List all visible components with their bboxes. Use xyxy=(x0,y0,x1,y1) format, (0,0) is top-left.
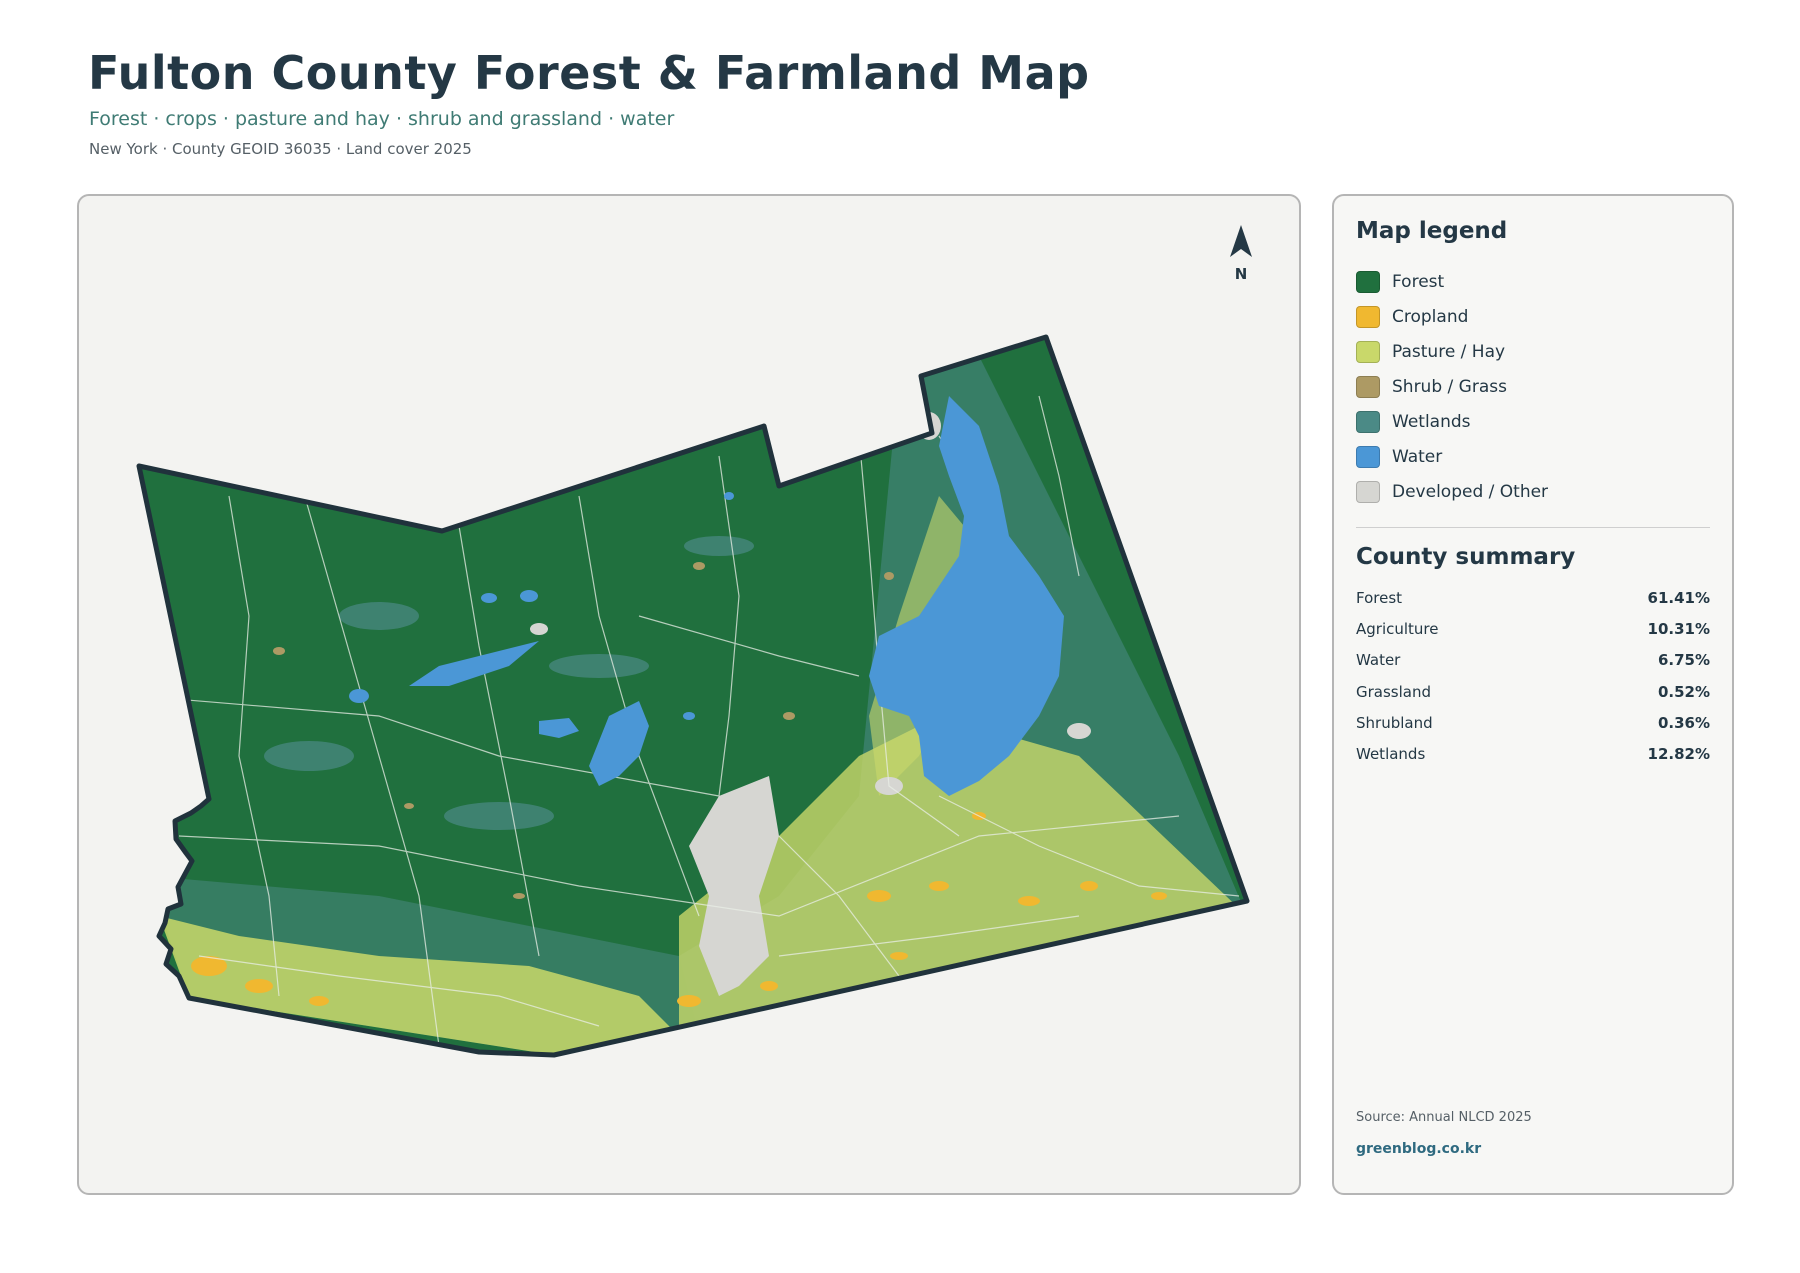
north-arrow-icon xyxy=(1230,225,1252,257)
summary-value: 10.31% xyxy=(1647,619,1710,638)
summary-row-water: Water 6.75% xyxy=(1356,645,1710,676)
summary-value: 12.82% xyxy=(1647,745,1710,764)
wetlands-patch xyxy=(684,536,754,556)
wetlands-patch xyxy=(444,802,554,830)
summary-row-grassland: Grassland 0.52% xyxy=(1356,676,1710,707)
wetlands-patch xyxy=(264,741,354,771)
legend-label: Pasture / Hay xyxy=(1392,341,1506,362)
legend-label: Shrub / Grass xyxy=(1392,376,1507,397)
wetlands-patch xyxy=(339,602,419,630)
pond xyxy=(724,492,734,500)
legend-item-pasture: Pasture / Hay xyxy=(1356,334,1548,369)
north-label: N xyxy=(1234,265,1248,283)
pond xyxy=(481,593,497,603)
legend-label: Cropland xyxy=(1392,306,1469,327)
swatch-wetlands xyxy=(1356,410,1380,433)
source-note: Source: Annual NLCD 2025 xyxy=(1356,1110,1532,1125)
summary-value: 0.52% xyxy=(1657,682,1710,701)
summary-value: 0.36% xyxy=(1657,713,1710,732)
developed-area xyxy=(1067,723,1091,739)
legend-item-wetlands: Wetlands xyxy=(1356,404,1548,439)
swatch-forest xyxy=(1356,270,1380,293)
pond xyxy=(520,590,538,602)
legend-item-shrub: Shrub / Grass xyxy=(1356,369,1548,404)
legend-label: Forest xyxy=(1392,271,1445,292)
county-map[interactable] xyxy=(79,196,1301,1195)
swatch-developed xyxy=(1356,480,1380,503)
summary-name: Agriculture xyxy=(1356,619,1439,638)
page-title: Fulton County Forest & Farmland Map xyxy=(88,46,1090,100)
legend-list: Forest Cropland Pasture / Hay Shrub / Gr… xyxy=(1356,264,1548,509)
summary-value: 6.75% xyxy=(1657,651,1710,670)
developed-area xyxy=(530,623,548,635)
legend-label: Developed / Other xyxy=(1392,481,1549,502)
pond xyxy=(349,689,369,703)
legend-label: Water xyxy=(1392,446,1443,467)
page-subtitle: Forest · crops · pasture and hay · shrub… xyxy=(89,108,675,130)
summary-name: Water xyxy=(1356,651,1401,670)
summary-name: Shrubland xyxy=(1356,713,1433,732)
summary-row-forest: Forest 61.41% xyxy=(1356,582,1710,613)
page-meta: New York · County GEOID 36035 · Land cov… xyxy=(89,140,472,158)
wetlands-patch xyxy=(549,654,649,678)
summary-name: Grassland xyxy=(1356,682,1431,701)
map-panel[interactable] xyxy=(77,194,1301,1195)
legend-item-developed: Developed / Other xyxy=(1356,474,1548,509)
summary-title: County summary xyxy=(1356,544,1576,570)
swatch-pasture xyxy=(1356,340,1380,363)
summary-name: Wetlands xyxy=(1356,745,1426,764)
swatch-shrub xyxy=(1356,375,1380,398)
side-panel: Map legend Forest Cropland Pasture / Hay… xyxy=(1332,194,1734,1195)
north-arrow: N xyxy=(1221,223,1261,287)
summary-name: Forest xyxy=(1356,588,1403,607)
legend-item-water: Water xyxy=(1356,439,1548,474)
summary-value: 61.41% xyxy=(1647,588,1710,607)
summary-row-wetlands: Wetlands 12.82% xyxy=(1356,738,1710,769)
county-summary: Forest 61.41% Agriculture 10.31% Water 6… xyxy=(1356,582,1710,770)
divider xyxy=(1356,527,1710,528)
summary-row-shrubland: Shrubland 0.36% xyxy=(1356,707,1710,738)
pond xyxy=(683,712,695,720)
swatch-water xyxy=(1356,445,1380,468)
swatch-cropland xyxy=(1356,305,1380,328)
legend-title: Map legend xyxy=(1356,218,1508,244)
credit-link[interactable]: greenblog.co.kr xyxy=(1356,1141,1481,1157)
legend-item-forest: Forest xyxy=(1356,264,1548,299)
legend-label: Wetlands xyxy=(1392,411,1471,432)
legend-item-cropland: Cropland xyxy=(1356,299,1548,334)
summary-row-agriculture: Agriculture 10.31% xyxy=(1356,613,1710,644)
